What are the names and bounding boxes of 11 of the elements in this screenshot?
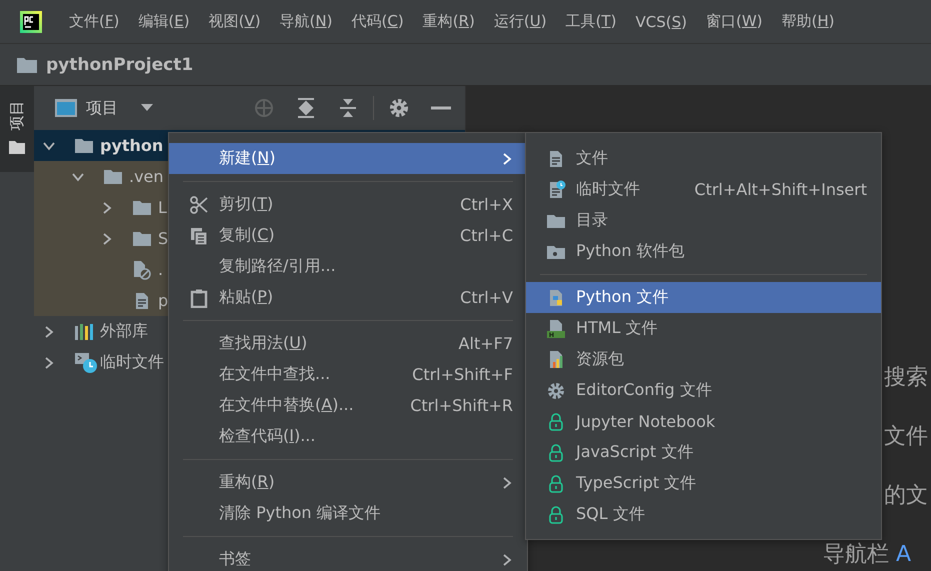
editor-hint: 文件 (884, 423, 929, 451)
shortcut-label: Ctrl+Shift+F (412, 365, 513, 384)
shortcut-label: Ctrl+X (460, 195, 513, 214)
shortcut-label: Ctrl+Alt+Shift+Insert (694, 180, 867, 199)
shortcut-label: Ctrl+C (460, 226, 513, 245)
editor-hint: 搜索 (884, 364, 929, 392)
shortcut-label: Ctrl+V (460, 288, 513, 307)
editor-hint: 的文 (884, 482, 929, 510)
shortcut-label: Alt+F7 (458, 334, 513, 353)
shortcut-label: Ctrl+Shift+R (410, 396, 513, 415)
editor-hint: 导航栏 A (823, 541, 912, 569)
